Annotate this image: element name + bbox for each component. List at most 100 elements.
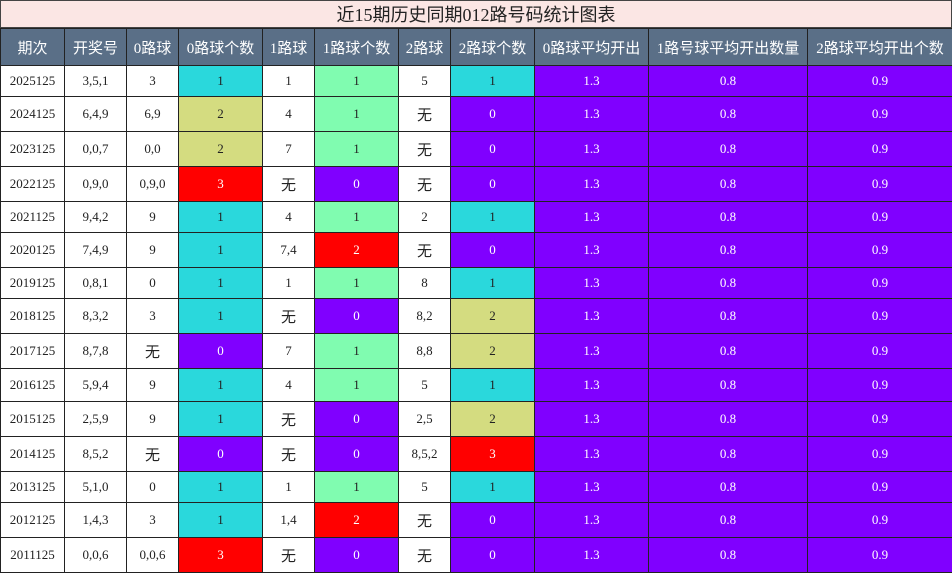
- route2-balls-cell: 2,5: [399, 402, 451, 437]
- col-header-avg2[interactable]: 2路球平均开出个数: [808, 29, 952, 66]
- route2-count-cell: 1: [451, 369, 535, 402]
- col-header-period[interactable]: 期次: [1, 29, 65, 66]
- table-row[interactable]: 20221250,9,00,9,03无0无01.30.80.9: [1, 167, 952, 202]
- col-header-route1-count[interactable]: 1路球个数: [315, 29, 399, 66]
- period-cell: 2022125: [1, 167, 65, 202]
- route1-count-cell: 0: [315, 437, 399, 472]
- route2-count-cell: 3: [451, 437, 535, 472]
- period-cell: 2013125: [1, 472, 65, 503]
- table-row[interactable]: 20111250,0,60,0,63无0无01.30.80.9: [1, 538, 952, 573]
- stats-window: 近15期历史同期012路号码统计图表 期次 开奖号 0路球 0路球个数 1路球 …: [0, 0, 952, 571]
- table-row[interactable]: 20241256,4,96,9241无01.30.80.9: [1, 97, 952, 132]
- period-cell: 2023125: [1, 132, 65, 167]
- route0-count-cell: 1: [179, 268, 263, 299]
- table-row[interactable]: 20191250,8,10111811.30.80.9: [1, 268, 952, 299]
- avg0-cell: 1.3: [535, 167, 649, 202]
- chart-title: 近15期历史同期012路号码统计图表: [0, 0, 952, 28]
- route1-count-cell: 1: [315, 472, 399, 503]
- route1-balls-cell: 无: [263, 299, 315, 334]
- route0-count-cell: 1: [179, 503, 263, 538]
- table-row[interactable]: 20201257,4,9917,42无01.30.80.9: [1, 233, 952, 268]
- route1-count-cell: 1: [315, 268, 399, 299]
- route0-count-cell: 1: [179, 299, 263, 334]
- route0-count-cell: 0: [179, 437, 263, 472]
- period-cell: 2020125: [1, 233, 65, 268]
- route0-count-cell: 1: [179, 402, 263, 437]
- table-row[interactable]: 20181258,3,231无08,221.30.80.9: [1, 299, 952, 334]
- avg1-cell: 0.8: [649, 334, 808, 369]
- route1-balls-cell: 7: [263, 334, 315, 369]
- header-row: 期次 开奖号 0路球 0路球个数 1路球 1路球个数 2路球 2路球个数 0路球…: [1, 29, 952, 66]
- route2-count-cell: 2: [451, 334, 535, 369]
- route2-balls-cell: 5: [399, 66, 451, 97]
- avg2-cell: 0.9: [808, 268, 952, 299]
- route1-balls-cell: 4: [263, 369, 315, 402]
- route0-balls-cell: 3: [127, 66, 179, 97]
- route0-balls-cell: 3: [127, 503, 179, 538]
- route1-count-cell: 0: [315, 538, 399, 573]
- route0-count-cell: 0: [179, 334, 263, 369]
- draw-numbers-cell: 0,0,7: [65, 132, 127, 167]
- draw-numbers-cell: 0,8,1: [65, 268, 127, 299]
- col-header-route2-count[interactable]: 2路球个数: [451, 29, 535, 66]
- route0-balls-cell: 无: [127, 437, 179, 472]
- route2-balls-cell: 无: [399, 503, 451, 538]
- table-row[interactable]: 20141258,5,2无0无08,5,231.30.80.9: [1, 437, 952, 472]
- table-row[interactable]: 20151252,5,991无02,521.30.80.9: [1, 402, 952, 437]
- col-header-avg0[interactable]: 0路球平均开出: [535, 29, 649, 66]
- route1-balls-cell: 无: [263, 167, 315, 202]
- avg0-cell: 1.3: [535, 202, 649, 233]
- avg2-cell: 0.9: [808, 167, 952, 202]
- col-header-route2[interactable]: 2路球: [399, 29, 451, 66]
- avg1-cell: 0.8: [649, 202, 808, 233]
- table-row[interactable]: 20131255,1,00111511.30.80.9: [1, 472, 952, 503]
- route1-count-cell: 2: [315, 503, 399, 538]
- route1-balls-cell: 7: [263, 132, 315, 167]
- route1-balls-cell: 无: [263, 538, 315, 573]
- table-row[interactable]: 20211259,4,29141211.30.80.9: [1, 202, 952, 233]
- route0-balls-cell: 6,9: [127, 97, 179, 132]
- table-row[interactable]: 20121251,4,3311,42无01.30.80.9: [1, 503, 952, 538]
- route2-balls-cell: 8,2: [399, 299, 451, 334]
- draw-numbers-cell: 8,3,2: [65, 299, 127, 334]
- stats-table: 期次 开奖号 0路球 0路球个数 1路球 1路球个数 2路球 2路球个数 0路球…: [0, 28, 952, 573]
- route1-balls-cell: 7,4: [263, 233, 315, 268]
- route2-count-cell: 0: [451, 132, 535, 167]
- table-row[interactable]: 20161255,9,49141511.30.80.9: [1, 369, 952, 402]
- route2-balls-cell: 无: [399, 167, 451, 202]
- avg2-cell: 0.9: [808, 402, 952, 437]
- draw-numbers-cell: 5,1,0: [65, 472, 127, 503]
- route1-balls-cell: 1: [263, 66, 315, 97]
- col-header-draw[interactable]: 开奖号: [65, 29, 127, 66]
- route0-count-cell: 3: [179, 538, 263, 573]
- avg2-cell: 0.9: [808, 334, 952, 369]
- avg0-cell: 1.3: [535, 503, 649, 538]
- route2-balls-cell: 无: [399, 97, 451, 132]
- route1-balls-cell: 4: [263, 202, 315, 233]
- table-row[interactable]: 20231250,0,70,0271无01.30.80.9: [1, 132, 952, 167]
- col-header-route1[interactable]: 1路球: [263, 29, 315, 66]
- avg0-cell: 1.3: [535, 233, 649, 268]
- avg1-cell: 0.8: [649, 402, 808, 437]
- col-header-avg1[interactable]: 1路号球平均开出数量: [649, 29, 808, 66]
- avg0-cell: 1.3: [535, 268, 649, 299]
- avg2-cell: 0.9: [808, 202, 952, 233]
- draw-numbers-cell: 2,5,9: [65, 402, 127, 437]
- table-row[interactable]: 20171258,7,8无0718,821.30.80.9: [1, 334, 952, 369]
- period-cell: 2015125: [1, 402, 65, 437]
- col-header-route0[interactable]: 0路球: [127, 29, 179, 66]
- period-cell: 2017125: [1, 334, 65, 369]
- avg1-cell: 0.8: [649, 268, 808, 299]
- route2-balls-cell: 无: [399, 132, 451, 167]
- period-cell: 2014125: [1, 437, 65, 472]
- route0-balls-cell: 无: [127, 334, 179, 369]
- period-cell: 2011125: [1, 538, 65, 573]
- route1-balls-cell: 无: [263, 437, 315, 472]
- col-header-route0-count[interactable]: 0路球个数: [179, 29, 263, 66]
- period-cell: 2024125: [1, 97, 65, 132]
- draw-numbers-cell: 1,4,3: [65, 503, 127, 538]
- route1-balls-cell: 1: [263, 472, 315, 503]
- route0-count-cell: 1: [179, 472, 263, 503]
- table-row[interactable]: 20251253,5,13111511.30.80.9: [1, 66, 952, 97]
- route0-balls-cell: 9: [127, 369, 179, 402]
